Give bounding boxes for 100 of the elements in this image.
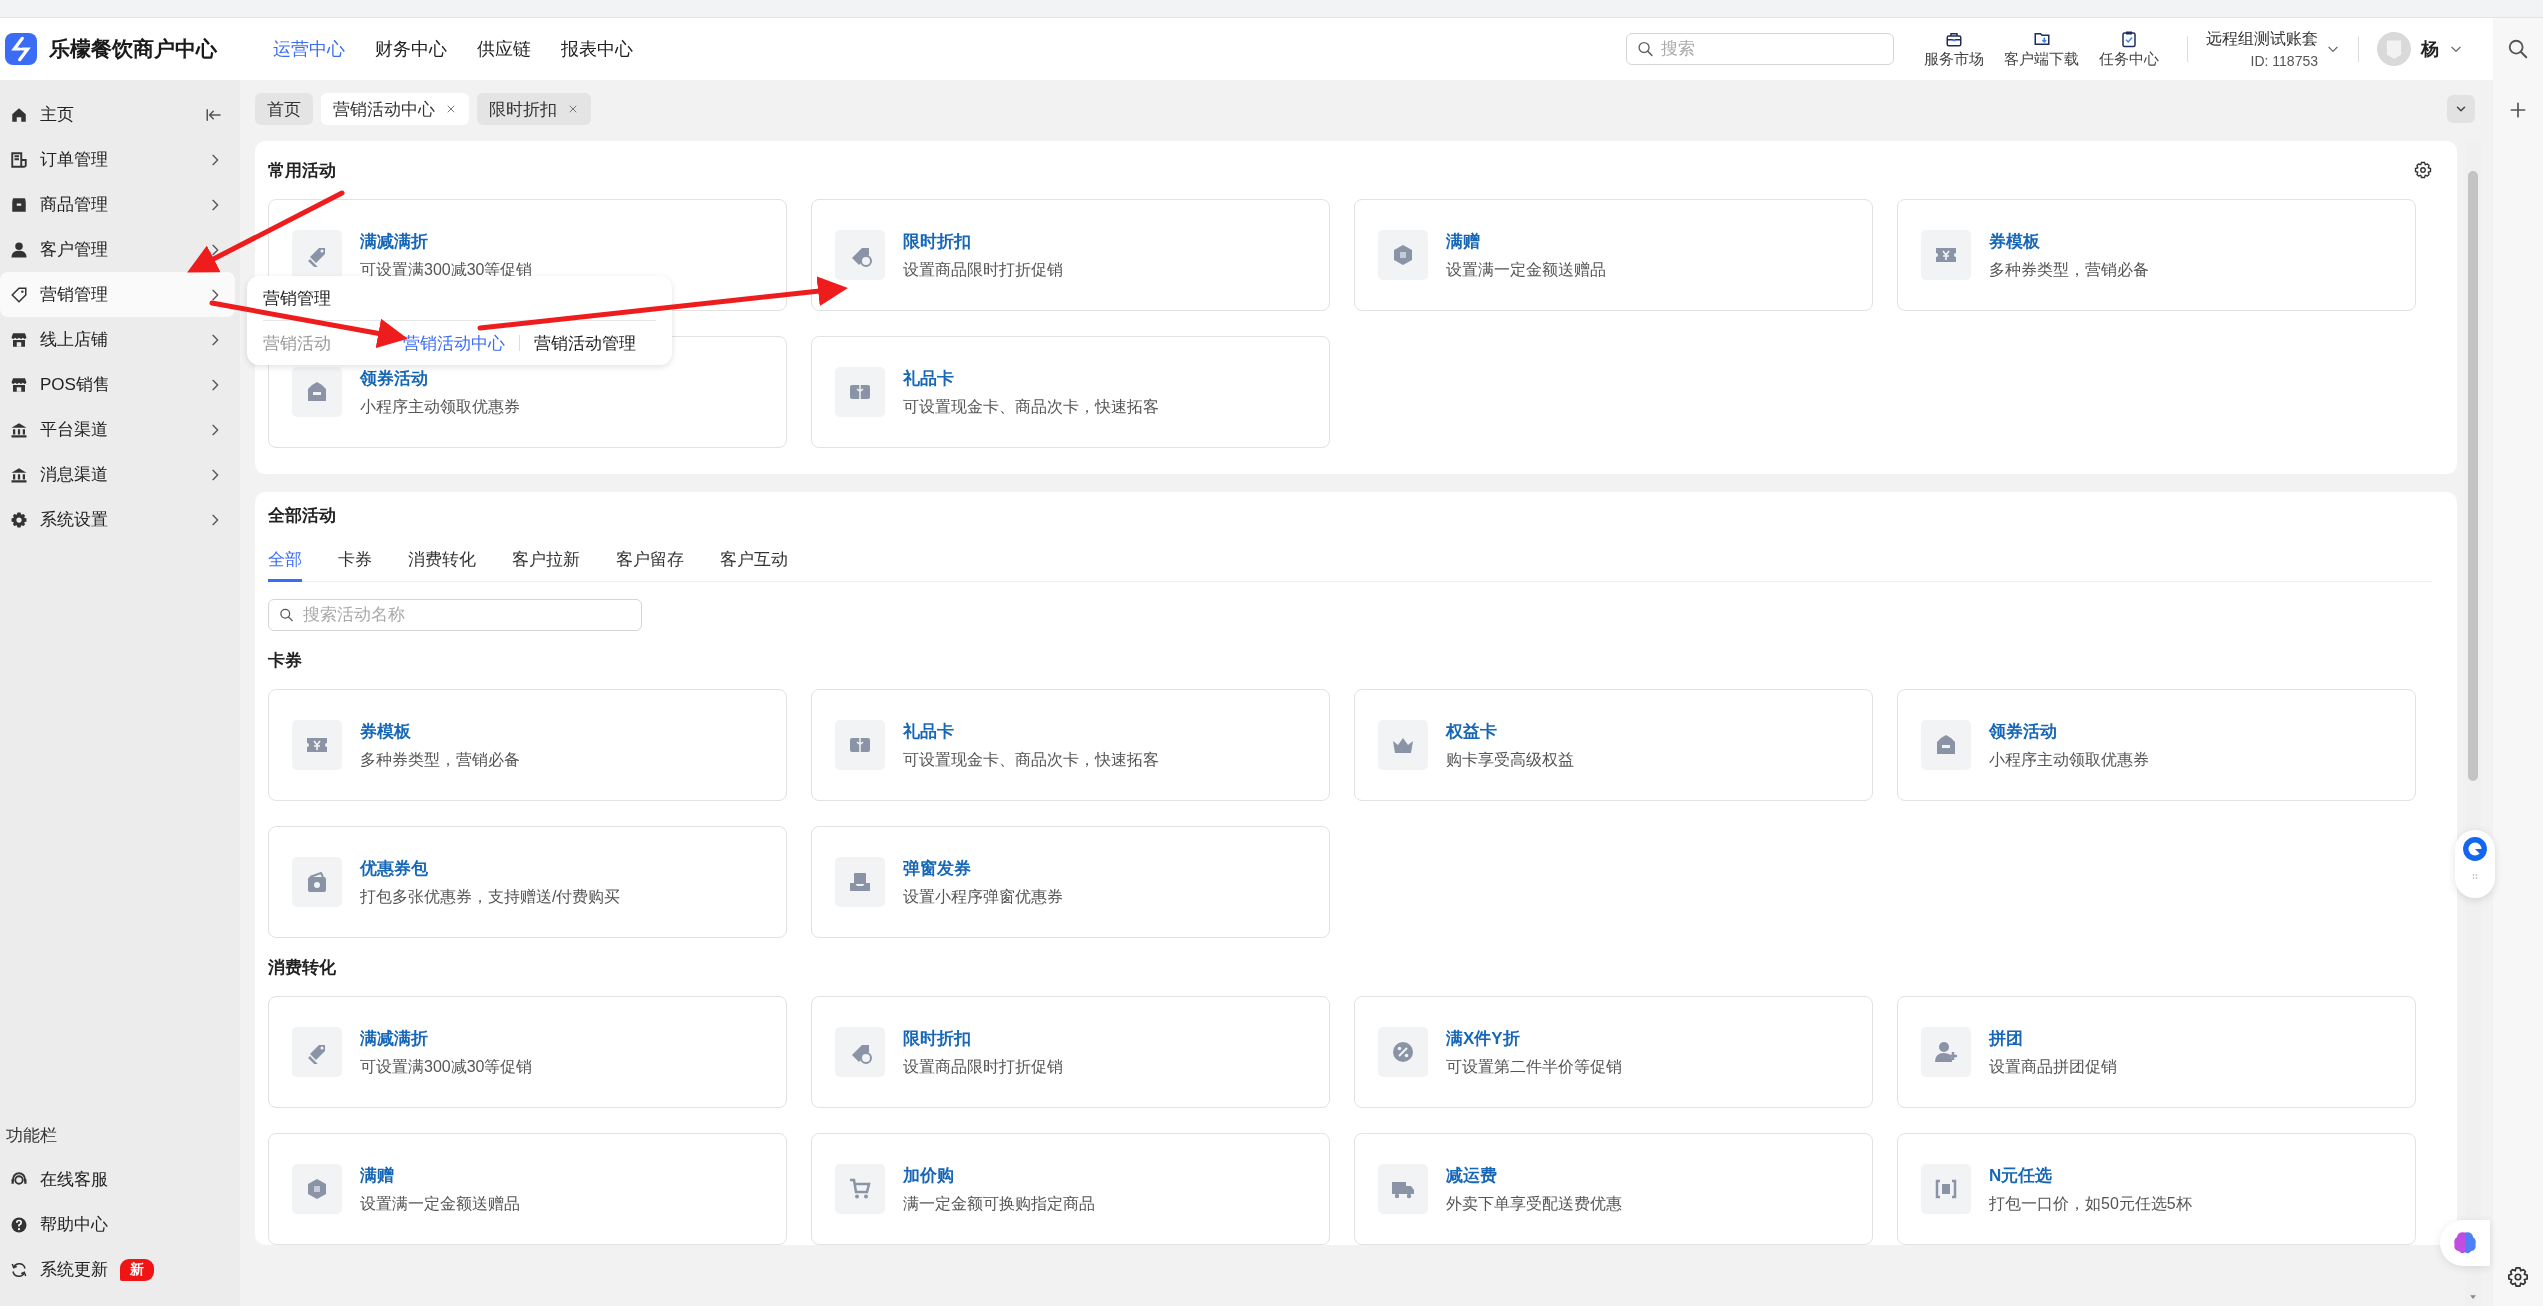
activity-card[interactable]: 弹窗发券 设置小程序弹窗优惠券: [811, 826, 1330, 938]
sidebar-item-label: 营销管理: [40, 284, 109, 306]
tag-icon: [10, 285, 28, 304]
group-title: 消费转化: [268, 956, 337, 979]
sidebar-item-label: 消息渠道: [40, 464, 109, 486]
card-description: 设置满一定金额送赠品: [1446, 259, 1606, 280]
activity-card[interactable]: 券模板 多种券类型，营销必备: [268, 689, 787, 801]
sidebar-item-label: 主页: [40, 104, 75, 126]
activity-card[interactable]: 加价购 满一定金额可换购指定商品: [811, 1133, 1330, 1245]
sidebar-item[interactable]: 订单管理: [0, 137, 235, 182]
category-tab[interactable]: 客户留存: [616, 546, 684, 582]
sidebar-item-label: 系统设置: [40, 509, 109, 531]
sidebar-item[interactable]: 主页: [0, 92, 235, 137]
card-title: 弹窗发券: [903, 857, 972, 880]
activity-card[interactable]: N元任选 打包一口价，如50元任选5杯: [1897, 1133, 2416, 1245]
nav-tab[interactable]: 运营中心: [273, 37, 345, 61]
wallet-icon: [305, 870, 329, 894]
card-description: 设置小程序弹窗优惠券: [903, 886, 1063, 907]
card-description: 多种券类型，营销必备: [360, 749, 520, 770]
card-title: 领券活动: [360, 367, 429, 390]
card-title: 减运费: [1446, 1164, 1498, 1187]
card-description: 小程序主动领取优惠券: [1989, 749, 2149, 770]
category-tab[interactable]: 客户拉新: [512, 546, 580, 582]
person-icon: [1934, 1040, 1958, 1064]
sidebar-item-label: 系统更新: [40, 1259, 108, 1281]
bag-icon: [1934, 733, 1958, 757]
nav-tab[interactable]: 财务中心: [375, 37, 447, 61]
sidebar-item[interactable]: 商品管理: [0, 182, 235, 227]
card-description: 可设置现金卡、商品次卡，快速拓客: [903, 396, 1159, 417]
sidebar-item[interactable]: 平台渠道: [0, 407, 235, 452]
ai-widget[interactable]: [2440, 1220, 2490, 1266]
sidebar-item[interactable]: 营销管理: [0, 272, 235, 317]
activity-card[interactable]: 优惠券包 打包多张优惠券，支持赠送/付费购买: [268, 826, 787, 938]
logo-icon: [5, 33, 37, 65]
card-title: 领券活动: [1989, 720, 2058, 743]
activity-card[interactable]: 权益卡 购卡享受高级权益: [1354, 689, 1873, 801]
card-description: 设置满一定金额送赠品: [360, 1193, 520, 1214]
shop-icon: [10, 375, 28, 394]
hexagon-icon: [305, 1177, 329, 1201]
activity-card[interactable]: 券模板 多种券类型，营销必备: [1897, 199, 2416, 311]
receipt-icon: [10, 150, 28, 169]
sidebar-item[interactable]: POS销售: [0, 362, 235, 407]
card-description: 打包一口价，如50元任选5杯: [1989, 1193, 2192, 1214]
sidebar-item[interactable]: 帮助中心: [0, 1202, 235, 1247]
activity-card[interactable]: 限时折扣 设置商品限时打折促销: [811, 199, 1330, 311]
category-tab[interactable]: 全部: [268, 546, 302, 582]
card-title: 满减满折: [360, 230, 429, 253]
activity-card[interactable]: 限时折扣 设置商品限时打折促销: [811, 996, 1330, 1108]
search-field[interactable]: 搜索活动名称: [268, 599, 642, 631]
sidebar-item[interactable]: 系统设置: [0, 497, 235, 542]
activity-card[interactable]: 减运费 外卖下单享受配送费优惠: [1354, 1133, 1873, 1245]
settings-icon: [2507, 1266, 2529, 1288]
activity-card[interactable]: 礼品卡 可设置现金卡、商品次卡，快速拓客: [811, 689, 1330, 801]
toolbar-button[interactable]: 服务市场: [1924, 29, 1984, 69]
person-icon: [10, 240, 28, 259]
sidebar-item-label: POS销售: [40, 374, 111, 396]
card-description: 可设置满300减30等促销: [360, 1056, 533, 1077]
category-tab[interactable]: 客户互动: [720, 546, 788, 582]
sidebar-item-label: 线上店铺: [40, 329, 109, 351]
activity-card[interactable]: 领券活动 小程序主动领取优惠券: [1897, 689, 2416, 801]
toolbar-button[interactable]: 任务中心: [2099, 29, 2159, 69]
help-icon: [10, 1215, 28, 1234]
card-title: 加价购: [903, 1164, 955, 1187]
sidebar-item[interactable]: 系统更新 新: [0, 1247, 235, 1292]
sidebar-item-label: 客户管理: [40, 239, 109, 261]
box-icon: [10, 195, 28, 214]
activity-card[interactable]: 礼品卡 可设置现金卡、商品次卡，快速拓客: [811, 336, 1330, 448]
sidebar-item[interactable]: 线上店铺: [0, 317, 235, 362]
user-name[interactable]: 杨: [2421, 37, 2439, 61]
account-name: 远程组测试账套: [2206, 29, 2318, 49]
search-field[interactable]: 搜索: [1626, 33, 1894, 65]
assistant-widget[interactable]: [2455, 830, 2495, 898]
account-switcher[interactable]: 远程组测试账套 ID: 118753: [2206, 29, 2340, 69]
page-tab[interactable]: 首页: [255, 93, 313, 125]
sidebar-item[interactable]: 客户管理: [0, 227, 235, 272]
activity-card[interactable]: 拼团 设置商品拼团促销: [1897, 996, 2416, 1108]
sidebar-item[interactable]: 在线客服: [0, 1157, 235, 1202]
sidebar-item[interactable]: 消息渠道: [0, 452, 235, 497]
nav-tab[interactable]: 报表中心: [561, 37, 633, 61]
activity-card[interactable]: 满X件Y折 可设置第二件半价等促销: [1354, 996, 1873, 1108]
card-description: 小程序主动领取优惠券: [360, 396, 520, 417]
page-tab[interactable]: 营销活动中心: [321, 93, 469, 125]
scrollbar-thumb[interactable]: [2468, 171, 2478, 781]
cart-icon: [848, 1177, 872, 1201]
percent-icon: [1391, 1040, 1415, 1064]
activity-card[interactable]: 满减满折 可设置满300减30等促销: [268, 996, 787, 1108]
dropdown-button[interactable]: [2447, 95, 2475, 123]
hexagon-icon: [1391, 243, 1415, 267]
activity-card[interactable]: 满赠 设置满一定金额送赠品: [1354, 199, 1873, 311]
category-tab[interactable]: 消费转化: [408, 546, 476, 582]
toolbar-button[interactable]: 客户端下载: [2004, 29, 2079, 69]
gear-icon: [10, 510, 28, 529]
nav-tab[interactable]: 供应链: [477, 37, 531, 61]
search-icon: [279, 607, 294, 623]
activity-card[interactable]: 满赠 设置满一定金额送赠品: [268, 1133, 787, 1245]
category-tab[interactable]: 卡券: [338, 546, 372, 582]
section-title: 常用活动: [268, 159, 336, 182]
plus-icon: [2508, 100, 2528, 120]
page-tab[interactable]: 限时折扣: [477, 93, 591, 125]
tray-icon: [848, 870, 872, 894]
